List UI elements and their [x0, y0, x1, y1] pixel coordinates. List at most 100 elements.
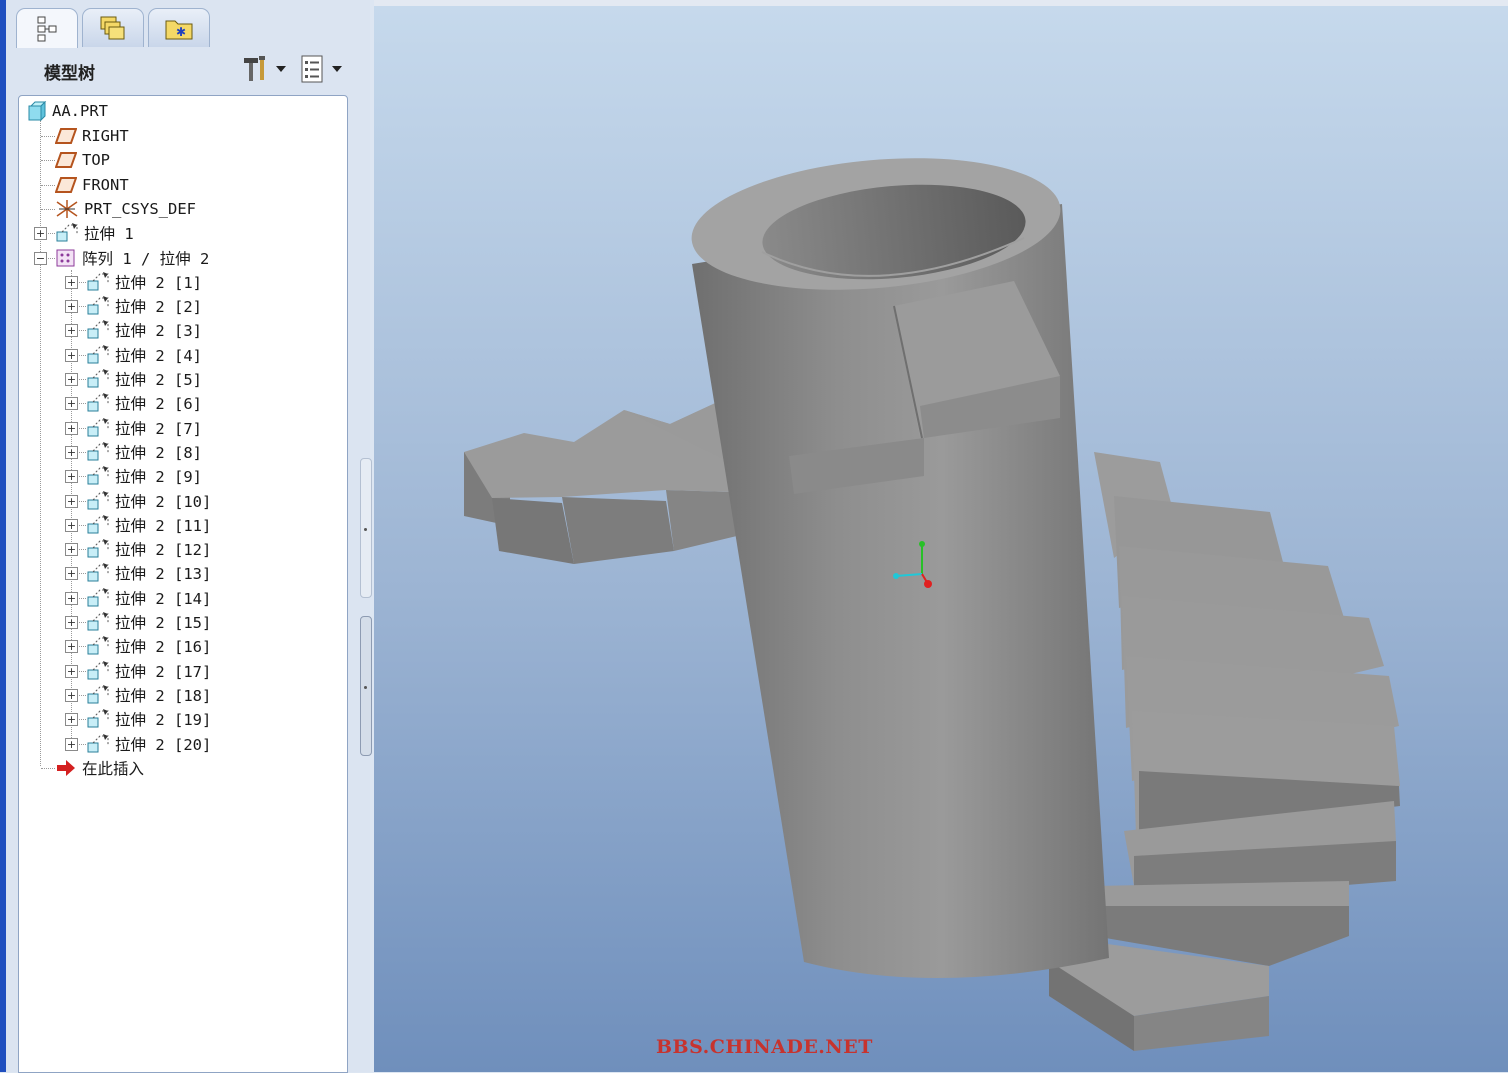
tree-item[interactable]: 拉伸 2 [17]	[86, 659, 211, 683]
expand-plus-icon[interactable]: +	[65, 348, 78, 362]
list-show-icon	[301, 55, 323, 83]
tree-item[interactable]: 拉伸 2 [16]	[86, 634, 211, 658]
tree-item[interactable]: 拉伸 2 [4]	[86, 343, 202, 367]
expand-plus-icon[interactable]: +	[65, 616, 78, 629]
extrude-icon	[87, 709, 109, 728]
tree-item[interactable]: 拉伸 1	[55, 221, 134, 245]
expand-plus-icon[interactable]: +	[65, 397, 78, 411]
tree-item-label: PRT_CSYS_DEF	[84, 199, 196, 218]
tree-item-label: 阵列 1 / 拉伸 2	[82, 249, 210, 268]
expand-plus-icon[interactable]: +	[65, 421, 78, 435]
graphics-viewport[interactable]: BBS.CHINADE.NET	[374, 6, 1508, 1072]
expand-plus-icon[interactable]: +	[34, 227, 47, 241]
tree-item[interactable]: 拉伸 2 [13]	[86, 561, 211, 585]
extrude-icon	[87, 660, 109, 680]
tree-item[interactable]: RIGHT	[55, 124, 129, 148]
expand-plus-icon[interactable]: +	[65, 494, 78, 508]
expand-plus-icon[interactable]: +	[65, 543, 78, 557]
tree-item[interactable]: PRT_CSYS_DEF	[55, 197, 196, 221]
tree-item-label: 拉伸 2 [1]	[115, 273, 202, 292]
tab-favorites[interactable]: ✱	[148, 8, 210, 47]
tree-root[interactable]: AA.PRT	[27, 99, 108, 123]
tree-item[interactable]: 拉伸 2 [10]	[86, 489, 211, 513]
tree-item[interactable]: 拉伸 2 [12]	[86, 537, 211, 561]
tree-item[interactable]: 拉伸 2 [6]	[86, 391, 202, 415]
extrude-icon	[87, 393, 109, 412]
tree-item-label: 拉伸 2 [8]	[115, 443, 202, 462]
expand-plus-icon[interactable]: +	[65, 688, 78, 702]
extrude-icon	[87, 563, 109, 582]
tree-item[interactable]: 拉伸 2 [9]	[86, 464, 202, 488]
tree-item[interactable]: 拉伸 2 [11]	[86, 513, 211, 537]
tree-connector	[41, 160, 55, 162]
tree-item-label: 拉伸 2 [4]	[115, 346, 202, 365]
expand-plus-icon[interactable]: +	[65, 640, 78, 654]
tree-connector	[41, 136, 55, 137]
collapse-minus-icon[interactable]: −	[34, 251, 47, 265]
tree-item[interactable]: 拉伸 2 [3]	[86, 318, 202, 342]
extrude-icon	[87, 320, 109, 339]
3d-model-spiral-staircase	[464, 158, 1400, 1051]
model-tree-header: 模型树	[14, 48, 362, 92]
extrude-icon	[87, 490, 109, 509]
tree-item-label: 拉伸 2 [5]	[115, 371, 202, 389]
expand-plus-icon[interactable]: +	[65, 470, 78, 484]
tree-item-label: 拉伸 2 [18]	[115, 686, 212, 705]
tree-item[interactable]: 在此插入	[55, 756, 144, 780]
tree-item[interactable]: 拉伸 2 [1]	[86, 270, 202, 294]
tree-item[interactable]: 阵列 1 / 拉伸 2	[55, 246, 209, 270]
expand-plus-icon[interactable]: +	[65, 275, 78, 289]
expand-plus-icon[interactable]: +	[65, 567, 78, 581]
extrude-icon	[87, 296, 109, 315]
tree-item[interactable]: 拉伸 2 [2]	[86, 294, 202, 318]
tree-item[interactable]: 拉伸 2 [14]	[86, 586, 211, 610]
expand-plus-icon[interactable]: +	[65, 373, 78, 386]
tree-item[interactable]: TOP	[55, 148, 110, 172]
tree-item-label: RIGHT	[82, 127, 129, 145]
expand-plus-icon[interactable]: +	[65, 324, 78, 338]
tree-item-label: 拉伸 2 [7]	[115, 419, 202, 438]
extrude-icon	[87, 417, 109, 437]
tree-item[interactable]: 拉伸 2 [20]	[86, 732, 211, 756]
pattern-icon	[56, 249, 75, 266]
model-tree: AA.PRT RIGHT TOP FRONT PRT_CSYS_DEF + 拉伸 1 − 阵列…	[18, 95, 348, 1073]
tree-guide-line	[40, 120, 41, 766]
extrude-icon	[87, 612, 109, 631]
expand-plus-icon[interactable]: +	[65, 664, 78, 678]
tree-item-label: 拉伸 2 [6]	[115, 395, 202, 414]
expand-plus-icon[interactable]: +	[65, 300, 78, 314]
expand-plus-icon[interactable]: +	[65, 737, 78, 751]
tree-item[interactable]: 拉伸 2 [7]	[86, 416, 202, 440]
panel-splitter[interactable]	[360, 458, 372, 758]
tree-item-label: 拉伸 2 [11]	[115, 516, 212, 535]
expand-plus-icon[interactable]: +	[65, 518, 78, 532]
layers-tab-icon	[100, 16, 125, 40]
tree-item-label: 拉伸 2 [20]	[115, 735, 212, 754]
tree-item-label: 拉伸 2 [9]	[115, 468, 202, 487]
chevron-down-icon	[276, 66, 286, 72]
tree-item[interactable]: 拉伸 2 [8]	[86, 440, 202, 464]
tree-item[interactable]: FRONT	[55, 173, 129, 197]
tree-item[interactable]: 拉伸 2 [15]	[86, 610, 211, 634]
tree-connector	[41, 184, 55, 186]
tab-layers[interactable]	[82, 8, 144, 47]
expand-plus-icon[interactable]: +	[65, 713, 78, 727]
tree-item-label: 拉伸 1	[84, 225, 134, 244]
tree-connector	[41, 208, 55, 210]
extrude-icon	[87, 466, 109, 485]
favorites-folder-tab-icon: ✱	[165, 20, 193, 40]
tree-item[interactable]: 拉伸 2 [19]	[86, 707, 211, 731]
tree-item-label: 拉伸 2 [17]	[115, 662, 212, 681]
extrude-icon	[87, 733, 109, 752]
tools-settings-icon	[244, 56, 265, 81]
tab-model-tree[interactable]	[16, 8, 78, 48]
tree-item[interactable]: 拉伸 2 [18]	[86, 683, 211, 707]
expand-plus-icon[interactable]: +	[65, 591, 78, 605]
expand-plus-icon[interactable]: +	[65, 445, 78, 459]
watermark-text: BBS.CHINADE.NET	[656, 1036, 873, 1058]
model-tree-title: 模型树	[44, 64, 95, 84]
settings-dropdown-button[interactable]	[240, 54, 286, 84]
tree-item[interactable]: 拉伸 2 [5]	[86, 367, 202, 391]
show-dropdown-button[interactable]	[300, 54, 342, 84]
extrude-icon	[56, 223, 78, 242]
